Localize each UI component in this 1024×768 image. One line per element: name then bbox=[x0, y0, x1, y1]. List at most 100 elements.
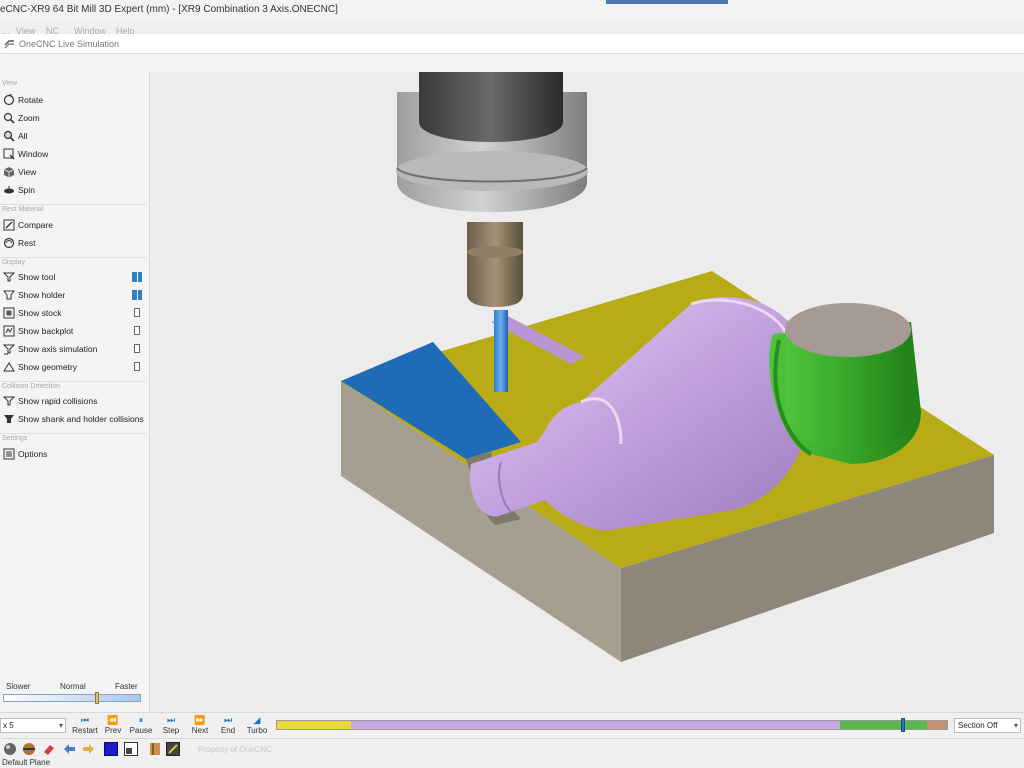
show-holder-toggle[interactable] bbox=[132, 290, 142, 300]
step-label: Step bbox=[162, 726, 180, 735]
restart-button[interactable]: ⏮ Restart bbox=[70, 715, 100, 737]
eraser-icon[interactable] bbox=[42, 742, 56, 756]
stock-icon bbox=[2, 307, 15, 320]
menu-item-nc[interactable]: NC bbox=[46, 26, 59, 34]
sidebar-item-label: Show rapid collisions bbox=[18, 396, 98, 406]
arrow-right-icon[interactable] bbox=[82, 742, 96, 756]
chevron-down-icon: ▾ bbox=[1013, 721, 1018, 730]
render-mode-icon[interactable] bbox=[166, 742, 180, 756]
sidebar-item-view[interactable]: View bbox=[2, 164, 146, 180]
backplot-icon bbox=[2, 325, 15, 338]
show-axis-simulation-toggle[interactable] bbox=[134, 344, 140, 353]
sidebar-item-label: Rotate bbox=[18, 95, 44, 105]
sidebar-item-all[interactable]: All bbox=[2, 128, 146, 144]
sidebar-item-rotate[interactable]: Rotate bbox=[2, 92, 146, 108]
panel-title: OneCNC Live Simulation bbox=[19, 39, 120, 49]
sidebar-item-compare[interactable]: Compare bbox=[2, 217, 146, 233]
sidebar-item-rest[interactable]: Rest bbox=[2, 235, 146, 251]
sidebar-item-label: View bbox=[18, 167, 37, 177]
sidebar-item-show-holder[interactable]: Show holder bbox=[2, 287, 146, 303]
section-divider bbox=[0, 204, 146, 205]
chevron-down-icon: ▾ bbox=[58, 721, 63, 730]
window-layout-icon[interactable] bbox=[124, 742, 138, 756]
view-cube-icon bbox=[2, 166, 15, 179]
window-title: eCNC-XR9 64 Bit Mill 3D Expert (mm) - [X… bbox=[0, 4, 338, 15]
simulation-sidebar: View Rotate Zoom All Window View Spin Re… bbox=[0, 72, 150, 712]
next-button[interactable]: ⏩ Next bbox=[185, 715, 215, 737]
panel-title-bar: OneCNC Live Simulation bbox=[0, 34, 1024, 54]
turbo-button[interactable]: ◢ Turbo bbox=[242, 715, 272, 737]
show-tool-toggle[interactable] bbox=[132, 272, 142, 282]
show-geometry-toggle[interactable] bbox=[134, 362, 140, 371]
simulation-timeline[interactable] bbox=[276, 720, 948, 730]
view-toolbar: Property of OneCNC bbox=[0, 738, 1024, 758]
menu-item-help[interactable]: Help bbox=[116, 26, 135, 34]
turbo-icon: ◢ bbox=[253, 715, 261, 725]
speed-slider-track[interactable] bbox=[3, 694, 141, 702]
sidebar-item-window[interactable]: Window bbox=[2, 146, 146, 162]
zoom-window-icon bbox=[2, 148, 15, 161]
section-select[interactable]: Section Off ▾ bbox=[954, 718, 1021, 733]
toolbar-gap bbox=[0, 54, 1024, 72]
next-label: Next bbox=[191, 726, 209, 735]
sidebar-item-zoom[interactable]: Zoom bbox=[2, 110, 146, 126]
prev-icon: ⏪ bbox=[107, 715, 119, 725]
sidebar-item-label: Window bbox=[18, 149, 49, 159]
section-rest-material: Rest Material bbox=[2, 206, 44, 213]
spin-icon bbox=[2, 184, 15, 197]
show-stock-toggle[interactable] bbox=[134, 308, 140, 317]
speed-slider-thumb[interactable] bbox=[94, 692, 99, 704]
shaded-view-icon[interactable] bbox=[3, 742, 17, 756]
section-view: View bbox=[2, 80, 18, 87]
sidebar-item-show-stock[interactable]: Show stock bbox=[2, 305, 146, 321]
color-swatch-icon[interactable] bbox=[104, 742, 118, 756]
sidebar-item-label: Show stock bbox=[18, 308, 62, 318]
sidebar-item-show-geometry[interactable]: Show geometry bbox=[2, 359, 146, 375]
tool-icon bbox=[2, 271, 15, 284]
pause-button[interactable]: ⏸ Pause bbox=[126, 715, 156, 737]
step-button[interactable]: ⏭ Step bbox=[156, 715, 186, 737]
onecnc-logo-icon bbox=[4, 40, 14, 49]
book-icon[interactable] bbox=[148, 742, 162, 756]
sidebar-item-spin[interactable]: Spin bbox=[2, 182, 146, 198]
compare-icon bbox=[2, 219, 15, 232]
timeline-segment-yellow bbox=[277, 721, 351, 729]
spindle-cone bbox=[419, 72, 563, 142]
show-backplot-toggle[interactable] bbox=[134, 326, 140, 335]
restart-icon: ⏮ bbox=[80, 715, 90, 725]
end-label: End bbox=[220, 726, 236, 735]
sidebar-item-show-shank-holder-collisions[interactable]: Show shank and holder collisions bbox=[2, 411, 146, 427]
sidebar-item-label: Show backplot bbox=[18, 326, 74, 336]
end-icon: ⏭ bbox=[223, 715, 233, 725]
speed-slower-label: Slower bbox=[6, 682, 31, 691]
sidebar-item-show-axis-simulation[interactable]: Show axis simulation bbox=[2, 341, 146, 357]
machining-scene bbox=[341, 72, 994, 662]
menu-item-0[interactable]: ... bbox=[2, 26, 10, 34]
title-accent-bar bbox=[606, 0, 728, 4]
simulation-viewport[interactable] bbox=[151, 72, 1024, 712]
watermark-text: Property of OneCNC bbox=[198, 745, 272, 754]
playback-toolbar: x 5 ▾ ⏮ Restart ⏪ Prev ⏸ Pause ⏭ Step ⏩ … bbox=[0, 712, 1024, 738]
next-icon: ⏩ bbox=[194, 715, 206, 725]
end-button[interactable]: ⏭ End bbox=[213, 715, 243, 737]
timeline-segment-green bbox=[839, 721, 927, 729]
simulation-speed-control: Slower Normal Faster bbox=[0, 680, 146, 708]
timeline-position-marker[interactable] bbox=[900, 718, 905, 732]
sidebar-item-label: Show shank and holder collisions bbox=[18, 414, 144, 424]
menu-item-window[interactable]: Window bbox=[74, 26, 106, 34]
speed-multiplier-select[interactable]: x 5 ▾ bbox=[0, 718, 66, 733]
section-divider bbox=[0, 381, 146, 382]
prev-button[interactable]: ⏪ Prev bbox=[98, 715, 128, 737]
sidebar-item-show-tool[interactable]: Show tool bbox=[2, 269, 146, 285]
arrow-left-icon[interactable] bbox=[62, 742, 76, 756]
sidebar-item-options[interactable]: Options bbox=[2, 446, 146, 462]
rest-icon bbox=[2, 237, 15, 250]
section-view-icon[interactable] bbox=[22, 742, 36, 756]
menu-item-view[interactable]: View bbox=[16, 26, 35, 34]
sidebar-item-show-backplot[interactable]: Show backplot bbox=[2, 323, 146, 339]
speed-normal-label: Normal bbox=[60, 682, 86, 691]
timeline-segment-brown bbox=[926, 721, 947, 729]
speed-faster-label: Faster bbox=[115, 682, 138, 691]
section-divider bbox=[0, 257, 146, 258]
sidebar-item-show-rapid-collisions[interactable]: Show rapid collisions bbox=[2, 393, 146, 409]
